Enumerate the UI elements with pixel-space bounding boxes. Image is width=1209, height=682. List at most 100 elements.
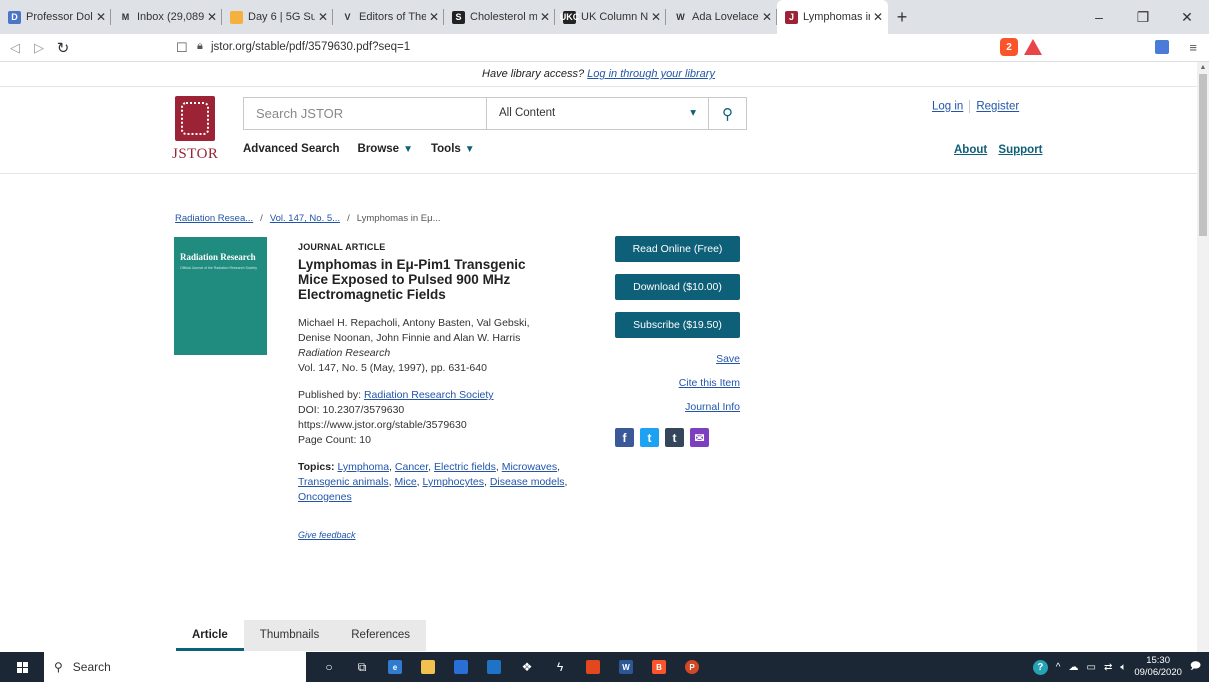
bookmark-icon[interactable]: ☐ bbox=[176, 40, 188, 56]
save-link[interactable]: Save bbox=[615, 347, 740, 371]
start-button[interactable] bbox=[0, 652, 44, 682]
edge-icon[interactable]: e bbox=[380, 652, 410, 682]
topic-link[interactable]: Mice bbox=[395, 476, 417, 488]
search-icon: ⚲ bbox=[722, 105, 733, 123]
nav-advanced-search[interactable]: Advanced Search bbox=[243, 143, 340, 155]
favicon-icon: M bbox=[119, 10, 132, 24]
close-tab-icon[interactable]: ✕ bbox=[428, 10, 440, 24]
notifications-icon[interactable]: 🗩︎ bbox=[1190, 659, 1201, 676]
onedrive-icon[interactable]: ☁ bbox=[1069, 662, 1079, 673]
brave-rewards-icon[interactable] bbox=[1024, 39, 1042, 55]
register-link[interactable]: Register bbox=[976, 101, 1019, 113]
tab-thumbnails[interactable]: Thumbnails bbox=[243, 620, 336, 651]
journal-cover[interactable]: Radiation Research Official Journal of t… bbox=[174, 237, 267, 355]
dropbox-icon[interactable]: ❖ bbox=[512, 652, 542, 682]
store-icon[interactable] bbox=[446, 652, 476, 682]
task-view-icon[interactable]: ⧉ bbox=[347, 652, 377, 682]
reload-icon[interactable]: ↻ bbox=[54, 39, 72, 57]
close-tab-icon[interactable]: ✕ bbox=[872, 10, 884, 24]
browser-tab[interactable]: J Lymphomas in Eμ-Pi✕ bbox=[777, 0, 888, 34]
login-link[interactable]: Log in bbox=[932, 101, 963, 113]
topic-link[interactable]: Disease models bbox=[490, 476, 565, 488]
network-icon[interactable]: ⇄ bbox=[1104, 662, 1112, 673]
menu-icon[interactable]: ≡ bbox=[1189, 40, 1197, 55]
support-link[interactable]: Support bbox=[998, 144, 1042, 156]
maximize-icon[interactable]: ❐ bbox=[1121, 0, 1165, 34]
journal-info-link[interactable]: Journal Info bbox=[615, 395, 740, 419]
cite-link[interactable]: Cite this Item bbox=[615, 371, 740, 395]
forward-icon[interactable]: ▷ bbox=[30, 40, 48, 56]
email-icon[interactable]: ✉ bbox=[690, 428, 709, 447]
page-scrollbar[interactable]: ▲ bbox=[1197, 62, 1209, 652]
facebook-icon[interactable]: f bbox=[615, 428, 634, 447]
clock[interactable]: 15:30 09/06/2020 bbox=[1134, 655, 1182, 679]
powerpoint-icon[interactable]: P bbox=[677, 652, 707, 682]
browser-tab[interactable]: UKCUK Column News - ✕ bbox=[555, 0, 666, 34]
search-input[interactable]: Search JSTOR bbox=[244, 98, 487, 129]
browser-tab[interactable]: Day 6 | 5G Summit✕ bbox=[222, 0, 333, 34]
back-icon[interactable]: ◁ bbox=[6, 40, 24, 56]
scrollbar-thumb[interactable] bbox=[1199, 74, 1207, 236]
url-field[interactable]: jstor.org/stable/pdf/3579630.pdf?seq=1 bbox=[211, 41, 410, 53]
browser-tab[interactable]: V Editors of The Lance✕ bbox=[333, 0, 444, 34]
browser-tab[interactable]: S Cholesterol medicat✕ bbox=[444, 0, 555, 34]
topic-link[interactable]: Lymphoma bbox=[337, 461, 389, 473]
close-icon[interactable]: ✕ bbox=[1165, 0, 1209, 34]
show-hidden-icons-icon[interactable]: ^ bbox=[1056, 662, 1061, 673]
nav-browse[interactable]: Browse ▼ bbox=[358, 143, 413, 155]
close-tab-icon[interactable]: ✕ bbox=[539, 10, 551, 24]
winamp-icon[interactable]: ϟ bbox=[545, 652, 575, 682]
battery-icon[interactable]: ▭ bbox=[1087, 662, 1096, 673]
office-icon[interactable] bbox=[578, 652, 608, 682]
download-button[interactable]: Download ($10.00) bbox=[615, 274, 740, 300]
cortana-icon[interactable]: ○ bbox=[314, 652, 344, 682]
close-tab-icon[interactable]: ✕ bbox=[761, 10, 773, 24]
new-tab-icon[interactable]: + bbox=[888, 0, 916, 34]
volume-icon[interactable]: 🔈︎ bbox=[1120, 662, 1126, 673]
close-tab-icon[interactable]: ✕ bbox=[650, 10, 662, 24]
lock-icon[interactable]: 🔒︎ bbox=[197, 40, 203, 53]
browser-tab[interactable]: W Ada Lovelace - Wiki✕ bbox=[666, 0, 777, 34]
chevron-down-icon: ▼ bbox=[403, 144, 413, 155]
library-login-link[interactable]: Log in through your library bbox=[587, 68, 715, 80]
tab-article[interactable]: Article bbox=[176, 620, 244, 651]
translate-icon[interactable] bbox=[1155, 40, 1170, 54]
tab-references[interactable]: References bbox=[335, 620, 427, 651]
twitter-icon[interactable]: t bbox=[640, 428, 659, 447]
nav-tools-label: Tools bbox=[430, 143, 461, 155]
tumblr-icon[interactable]: t bbox=[665, 428, 684, 447]
breadcrumb-journal[interactable]: Radiation Resea... bbox=[175, 213, 253, 224]
help-icon[interactable]: ? bbox=[1032, 659, 1048, 675]
close-tab-icon[interactable]: ✕ bbox=[317, 10, 329, 24]
topic-link[interactable]: Cancer bbox=[395, 461, 428, 473]
search-button[interactable]: ⚲ bbox=[709, 98, 746, 129]
nav-tools[interactable]: Tools ▼ bbox=[431, 143, 475, 155]
subscribe-button[interactable]: Subscribe ($19.50) bbox=[615, 312, 740, 338]
browser-tab[interactable]: D Professor Dolores C✕ bbox=[0, 0, 111, 34]
mail-icon[interactable] bbox=[479, 652, 509, 682]
topic-link[interactable]: Transgenic animals bbox=[298, 476, 389, 488]
topic-link[interactable]: Microwaves bbox=[502, 461, 557, 473]
library-access-banner: Have library access? Log in through your… bbox=[0, 62, 1197, 86]
about-link[interactable]: About bbox=[954, 144, 987, 156]
brave-shield-icon[interactable]: 2 bbox=[1000, 38, 1018, 56]
taskbar-search[interactable]: ⚲ Search bbox=[44, 652, 306, 682]
topic-link[interactable]: Electric fields bbox=[434, 461, 496, 473]
topic-link[interactable]: Oncogenes bbox=[298, 491, 352, 503]
breadcrumb-issue[interactable]: Vol. 147, No. 5... bbox=[270, 213, 340, 224]
file-explorer-icon[interactable] bbox=[413, 652, 443, 682]
close-tab-icon[interactable]: ✕ bbox=[206, 10, 218, 24]
word-icon[interactable]: W bbox=[611, 652, 641, 682]
search-scope-select[interactable]: All Content ▾ bbox=[487, 98, 709, 129]
publisher-link[interactable]: Radiation Research Society bbox=[364, 389, 494, 401]
browser-tab[interactable]: M Inbox (29,089) - rza✕ bbox=[111, 0, 222, 34]
read-online-button[interactable]: Read Online (Free) bbox=[615, 236, 740, 262]
cover-title: Radiation Research bbox=[180, 252, 256, 262]
jstor-logo[interactable]: JSTOR bbox=[172, 96, 230, 163]
scroll-up-icon[interactable]: ▲ bbox=[1197, 62, 1209, 74]
close-tab-icon[interactable]: ✕ bbox=[95, 10, 107, 24]
brave-icon[interactable]: B bbox=[644, 652, 674, 682]
minimize-icon[interactable]: – bbox=[1077, 0, 1121, 34]
topic-link[interactable]: Lymphocytes bbox=[423, 476, 484, 488]
give-feedback-link[interactable]: Give feedback bbox=[298, 528, 578, 543]
